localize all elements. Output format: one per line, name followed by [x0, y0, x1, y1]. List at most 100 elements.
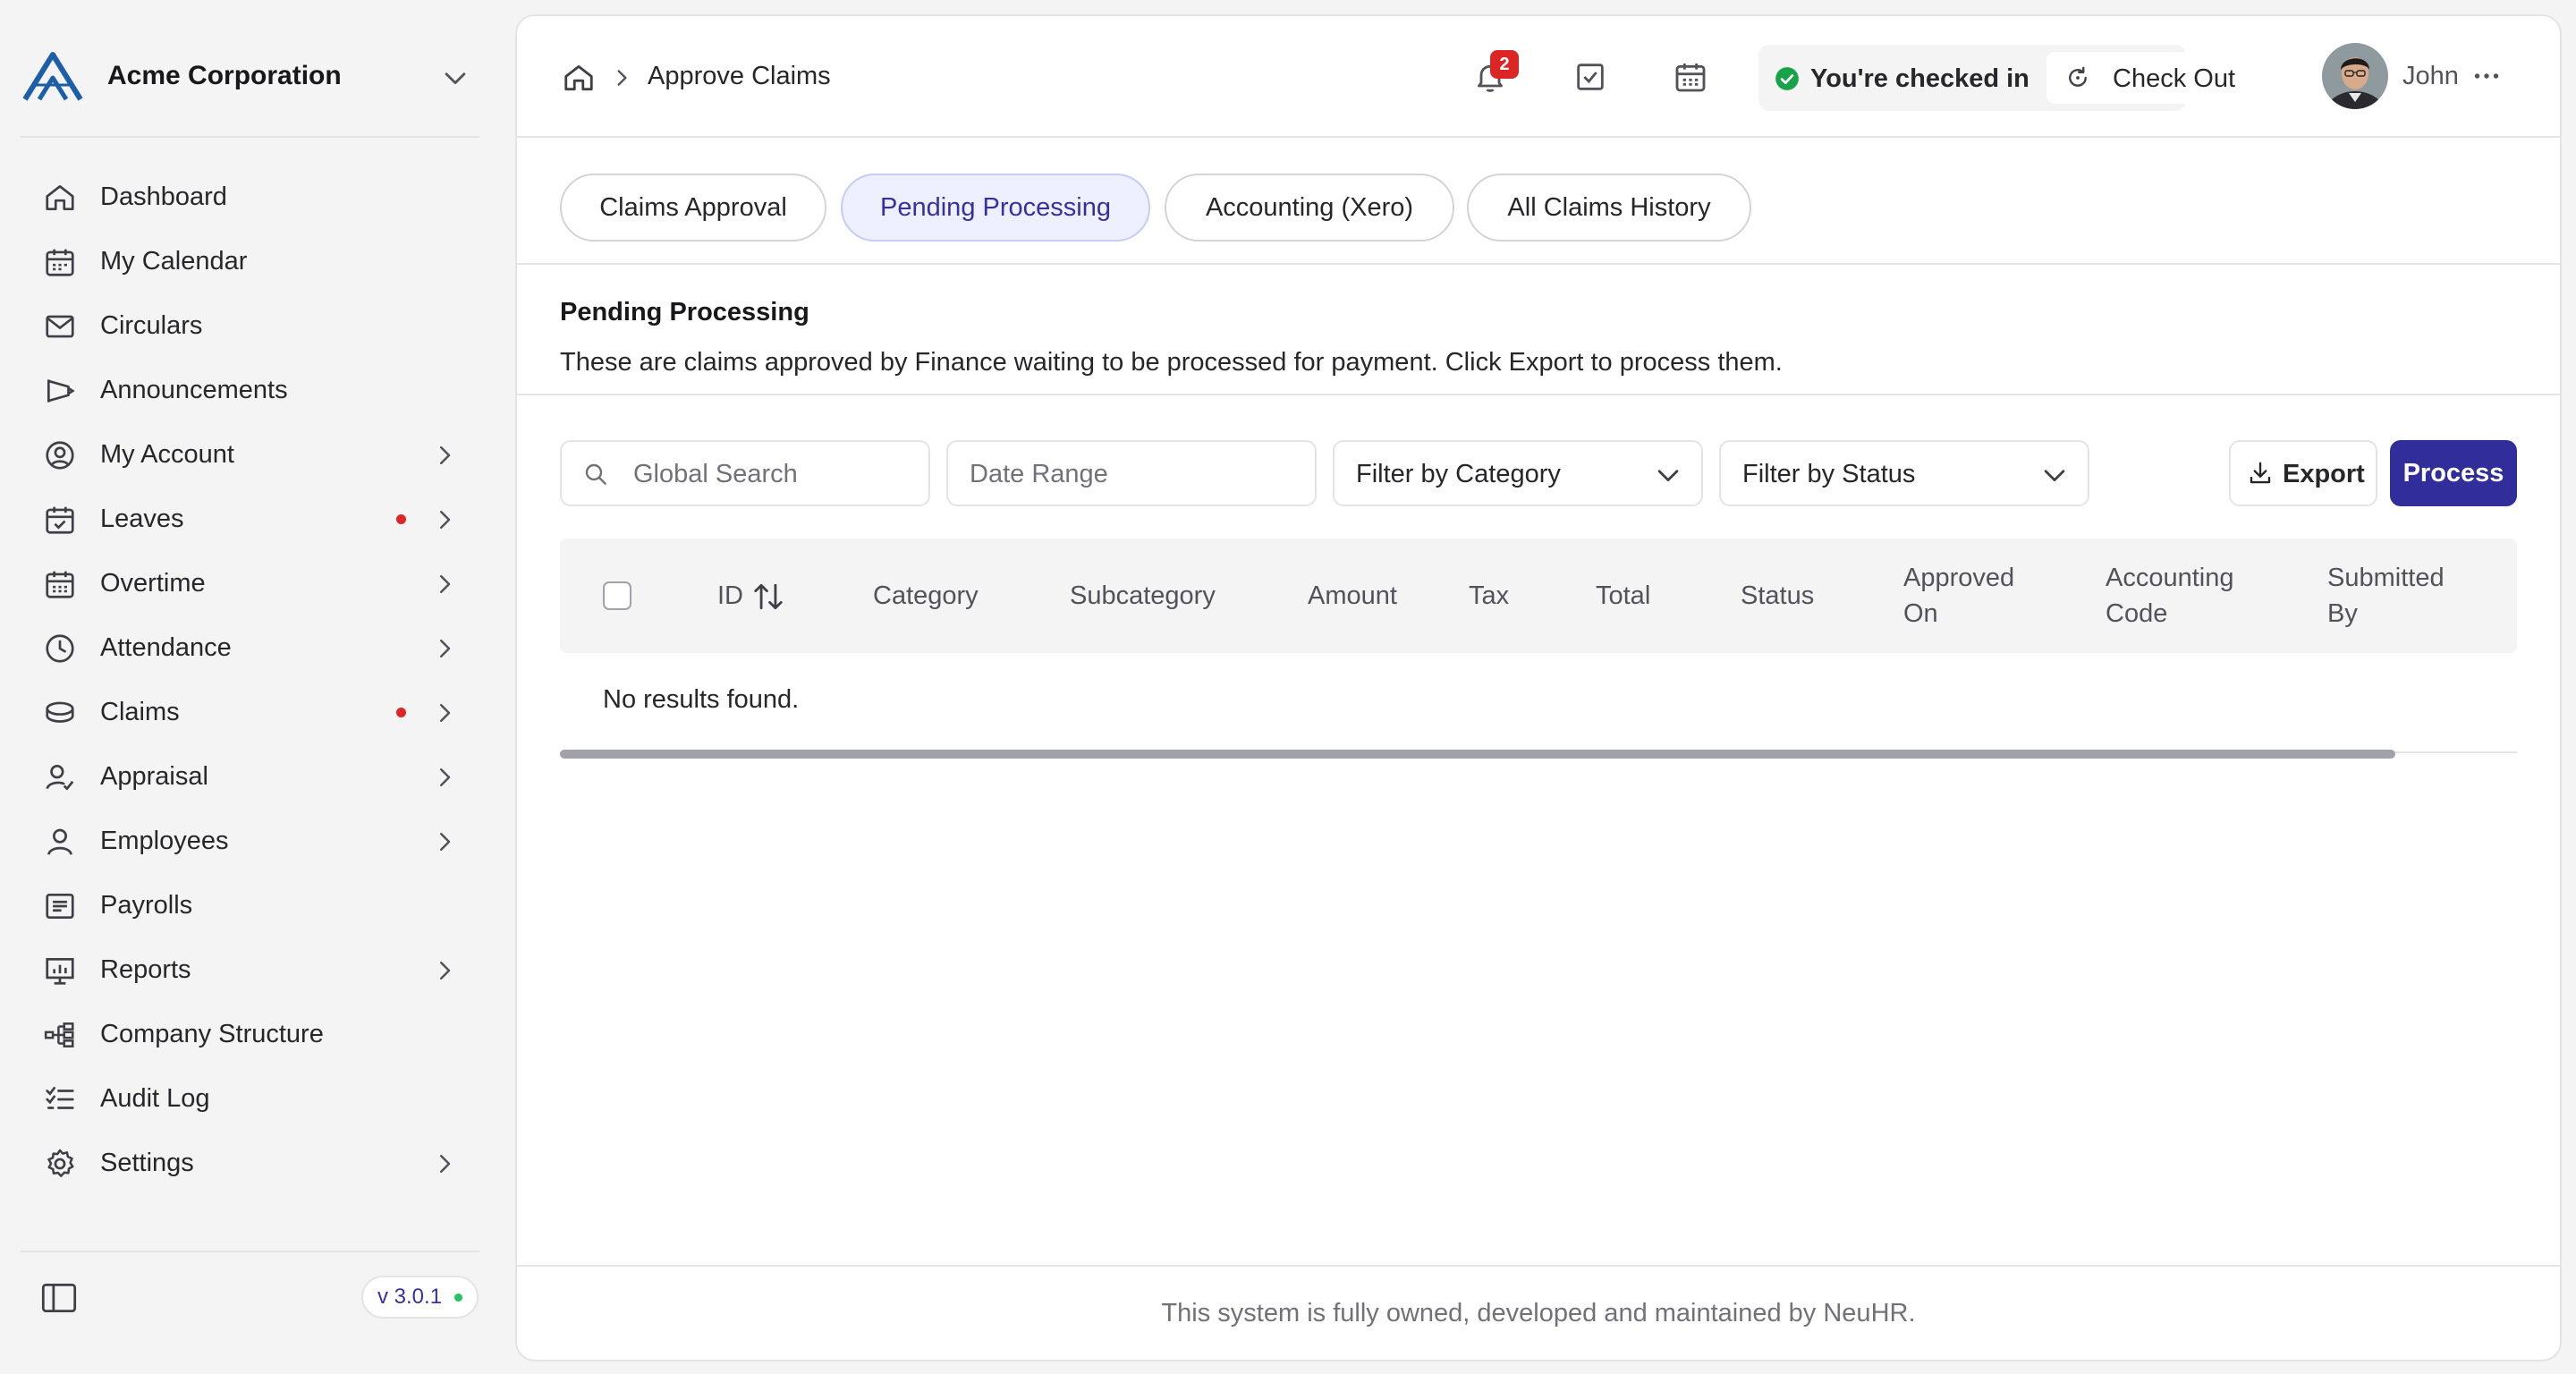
date-range-placeholder: Date Range: [970, 460, 1108, 488]
task-check-icon[interactable]: [1572, 59, 1608, 95]
column-header-approved-on: Approved On: [1903, 564, 2015, 628]
user-icon: [47, 828, 72, 855]
tab-all-claims-history[interactable]: All Claims History: [1467, 174, 1751, 242]
check-out-label: Check Out: [2113, 64, 2235, 93]
company-switcher[interactable]: Acme Corporation: [21, 45, 469, 107]
sidebar-item-overtime[interactable]: Overtime: [0, 551, 501, 615]
sidebar-item-label: Announcements: [100, 375, 288, 404]
sidebar-item-label: Settings: [100, 1148, 194, 1177]
home-icon[interactable]: [562, 61, 596, 95]
mail-icon: [46, 315, 74, 338]
sidebar-item-reports[interactable]: Reports: [0, 937, 501, 1002]
column-header-id[interactable]: ID: [717, 578, 743, 614]
sidebar-toggle-icon[interactable]: [41, 1283, 77, 1313]
sidebar-item-attendance[interactable]: Attendance: [0, 615, 501, 680]
page-footer: This system is fully owned, developed an…: [517, 1265, 2560, 1360]
export-button[interactable]: Export: [2229, 440, 2377, 506]
sidebar-item-circulars[interactable]: Circulars: [0, 293, 501, 358]
calendar-grid-icon: [46, 571, 74, 598]
column-header-total: Total: [1596, 581, 1651, 610]
chevron-down-icon: [445, 72, 466, 85]
select-all-checkbox[interactable]: [603, 581, 631, 610]
tab-pending-processing[interactable]: Pending Processing: [841, 174, 1150, 242]
sidebar-nav: Dashboard My Calendar Circulars Announce…: [0, 165, 501, 1195]
sidebar-item-label: Overtime: [100, 568, 206, 598]
receipt-icon: [46, 893, 74, 920]
chevron-down-icon: [1657, 470, 1679, 482]
check-circle-icon: [1775, 67, 1799, 90]
column-header-submitted-by: Submitted By: [2327, 564, 2445, 628]
sidebar-divider: [20, 1251, 479, 1252]
chevron-right-icon: [440, 511, 451, 529]
user-name[interactable]: John: [2402, 62, 2459, 91]
horizontal-scrollbar[interactable]: [560, 750, 2395, 759]
sidebar-item-label: My Account: [100, 439, 234, 469]
column-header-accounting-code: Accounting Code: [2106, 564, 2234, 628]
claims-table: ID Category Subcategory Amount Tax Total…: [560, 539, 2517, 760]
calendar-check-icon: [46, 506, 74, 534]
check-out-button[interactable]: Check Out: [2046, 52, 2263, 104]
search-icon: [585, 463, 606, 485]
sidebar-item-my-calendar[interactable]: My Calendar: [0, 229, 501, 293]
user-check-icon: [46, 764, 74, 791]
notification-count-badge: 2: [1490, 50, 1519, 79]
global-search-input[interactable]: Global Search: [560, 440, 930, 506]
checkin-status-text: You're checked in: [1810, 64, 2029, 93]
sidebar-item-announcements[interactable]: Announcements: [0, 358, 501, 422]
version-text: v 3.0.1: [377, 1285, 443, 1309]
more-horizontal-icon[interactable]: [2470, 63, 2503, 89]
section-header: Pending Processing These are claims appr…: [517, 265, 2560, 395]
chevron-right-icon: [440, 640, 451, 657]
sidebar-item-audit-log[interactable]: Audit Log: [0, 1066, 501, 1131]
sidebar-item-dashboard[interactable]: Dashboard: [0, 165, 501, 229]
process-button[interactable]: Process: [2390, 440, 2517, 506]
chevron-right-icon: [440, 768, 451, 786]
chevron-right-icon: [440, 446, 451, 464]
column-header-category: Category: [873, 581, 979, 610]
sidebar-item-label: Attendance: [100, 632, 232, 662]
avatar[interactable]: [2322, 43, 2388, 109]
sidebar-item-leaves[interactable]: Leaves: [0, 487, 501, 551]
sidebar-item-label: Appraisal: [100, 761, 208, 791]
sidebar-item-payrolls[interactable]: Payrolls: [0, 873, 501, 937]
tab-bar: Claims Approval Pending Processing Accou…: [517, 138, 2560, 265]
breadcrumb-current: Approve Claims: [648, 62, 831, 90]
checkin-status: You're checked in Check Out: [1758, 45, 2263, 111]
chevron-right-icon: [440, 575, 451, 593]
chevron-right-icon: [440, 1155, 451, 1173]
sidebar-item-my-account[interactable]: My Account: [0, 422, 501, 487]
date-range-input[interactable]: Date Range: [946, 440, 1317, 506]
coins-icon: [46, 701, 74, 723]
sidebar-item-appraisal[interactable]: Appraisal: [0, 744, 501, 809]
category-filter-select[interactable]: Filter by Category: [1333, 440, 1703, 506]
user-photo: [2322, 43, 2388, 109]
sidebar-item-company-structure[interactable]: Company Structure: [0, 1002, 501, 1066]
chevron-down-icon: [2044, 470, 2065, 482]
megaphone-icon: [47, 379, 75, 403]
sidebar-item-label: Dashboard: [100, 182, 227, 211]
calendar-icon: [46, 249, 74, 276]
tab-accounting-xero[interactable]: Accounting (Xero): [1165, 174, 1454, 242]
refresh-icon: [2069, 66, 2087, 87]
tab-claims-approval[interactable]: Claims Approval: [560, 174, 826, 242]
table-empty-row: No results found.: [560, 653, 2517, 753]
status-filter-select[interactable]: Filter by Status: [1719, 440, 2089, 506]
sidebar-item-label: Circulars: [100, 310, 203, 340]
acme-logo: [22, 52, 83, 101]
sidebar-item-claims[interactable]: Claims: [0, 680, 501, 744]
calendar-icon[interactable]: [1673, 59, 1708, 95]
notification-dot: [396, 513, 406, 524]
version-badge: v 3.0.1: [361, 1276, 479, 1319]
notification-dot: [396, 707, 406, 717]
home-icon: [46, 184, 74, 211]
main-panel: Approve Claims 2 You're checked in Check…: [515, 14, 2562, 1361]
column-header-subcategory: Subcategory: [1070, 581, 1216, 610]
clock-icon: [46, 634, 74, 663]
table-header: ID Category Subcategory Amount Tax Total…: [560, 539, 2517, 653]
sort-icon[interactable]: [751, 580, 785, 614]
user-circle-icon: [46, 441, 74, 470]
sidebar-item-employees[interactable]: Employees: [0, 809, 501, 873]
footer-text: This system is fully owned, developed an…: [1161, 1299, 1916, 1327]
sidebar-item-settings[interactable]: Settings: [0, 1131, 501, 1195]
chevron-right-icon: [617, 70, 627, 86]
